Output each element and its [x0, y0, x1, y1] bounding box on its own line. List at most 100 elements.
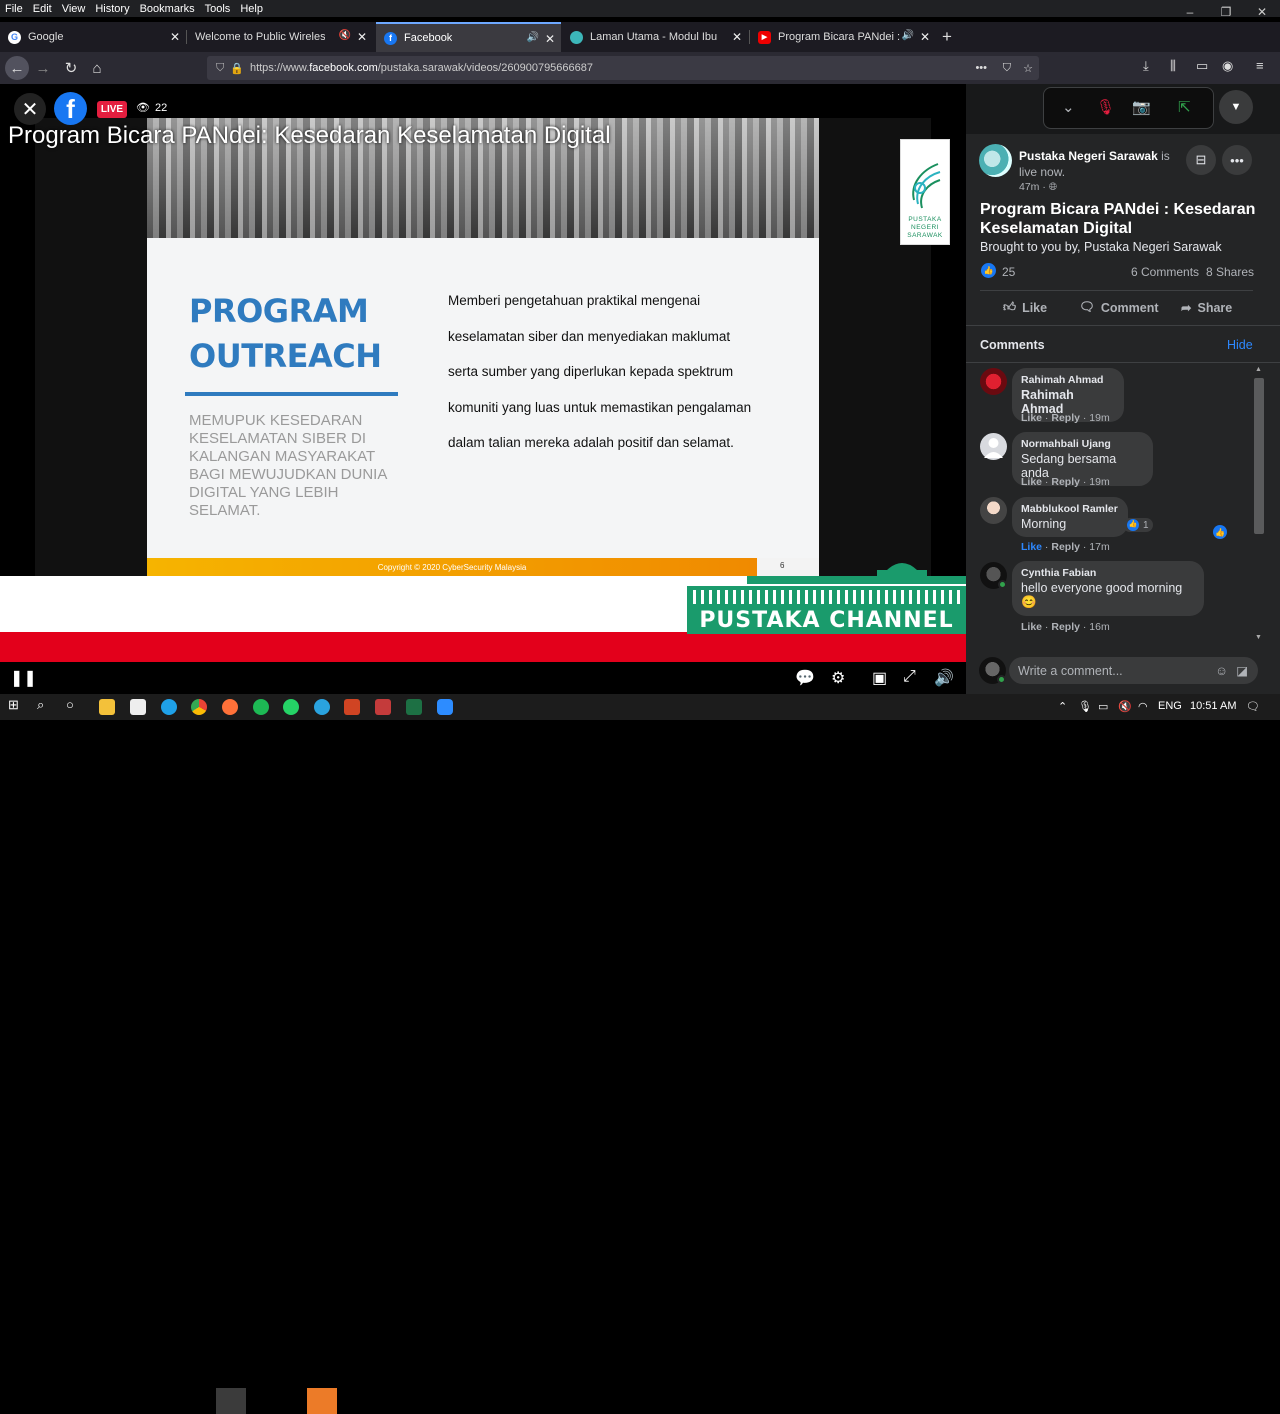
shares-count[interactable]: 8 Shares [1206, 265, 1254, 279]
comment-author[interactable]: Mabblukool Ramler [1021, 503, 1118, 515]
comment-like-link[interactable]: Like [1021, 541, 1042, 553]
language-indicator[interactable]: ENG [1158, 700, 1182, 712]
page-name-link[interactable]: Pustaka Negeri Sarawak [1019, 149, 1158, 163]
menu-hamburger-icon[interactable]: ≡ [1256, 58, 1264, 73]
post-time-value[interactable]: 47m · [1019, 181, 1049, 193]
tab-facebook[interactable]: f Facebook 🔊 ✕ [376, 22, 561, 52]
tab-google[interactable]: G Google ✕ [0, 22, 186, 52]
url-bar[interactable]: ⛉ 🔒 https://www. facebook.com/pustaka.sar… [207, 56, 1039, 80]
file-explorer-icon[interactable] [99, 699, 115, 715]
close-tab-icon[interactable]: ✕ [920, 30, 930, 44]
scrollbar-thumb[interactable] [1254, 378, 1264, 534]
powerpoint-icon[interactable] [344, 699, 360, 715]
comment-time[interactable]: 16m [1089, 621, 1109, 633]
comment-like-link[interactable]: Like [1021, 476, 1042, 488]
notifications-icon[interactable]: 🗨 [1246, 700, 1260, 713]
menu-edit[interactable]: Edit [33, 3, 52, 15]
comment-time[interactable]: 17m [1089, 541, 1109, 553]
spotify-icon[interactable] [253, 699, 269, 715]
scroll-down-arrow-icon[interactable]: ▼ [1255, 634, 1262, 641]
avatar[interactable] [980, 368, 1007, 395]
close-tab-icon[interactable]: ✕ [170, 30, 180, 44]
facebook-logo-icon[interactable]: f [54, 92, 87, 125]
download-icon[interactable]: ⤓ [1143, 58, 1149, 74]
share-screen-icon[interactable]: ⇱ [1178, 98, 1191, 116]
comment-reply-link[interactable]: Reply [1051, 621, 1080, 633]
mic-muted-icon[interactable]: 🎙 [1096, 98, 1115, 116]
comment-reply-link[interactable]: Reply [1051, 476, 1080, 488]
whatsapp-icon[interactable] [283, 699, 299, 715]
camera-off-icon[interactable]: 📷 [1132, 98, 1151, 116]
windows-start-icon[interactable]: ⊞ [8, 697, 24, 713]
write-comment-input[interactable]: Write a comment... ☺ ◪ [1009, 657, 1258, 684]
picture-in-picture-icon[interactable]: ▣ [872, 668, 887, 688]
menu-tools[interactable]: Tools [205, 3, 231, 15]
comments-count[interactable]: 6 Comments [1131, 265, 1199, 279]
page-avatar[interactable] [979, 144, 1012, 177]
reload-button[interactable]: ↻ [59, 56, 83, 80]
hide-comments-link[interactable]: Hide [1227, 338, 1253, 352]
settings-gear-icon[interactable]: ⚙ [831, 668, 845, 688]
task-view-icon[interactable]: ○ [66, 697, 82, 713]
volume-muted-icon[interactable]: 🔇 [1118, 700, 1132, 713]
library-icon[interactable]: ⫼ [1170, 58, 1176, 74]
home-button[interactable]: ⌂ [85, 56, 109, 80]
more-options-icon[interactable]: ••• [1222, 145, 1252, 175]
comment-like-link[interactable]: Like [1021, 621, 1042, 633]
panel-dropdown-button[interactable]: ▼ [1219, 90, 1253, 124]
tab-youtube[interactable]: ▶ Program Bicara PANdei : Ke 🔊 ✕ [750, 22, 936, 52]
pocket-icon[interactable]: ⛉ [1003, 62, 1011, 75]
chrome-icon[interactable] [191, 699, 207, 715]
show-hidden-icons-icon[interactable]: ⌃ [1058, 700, 1067, 713]
search-icon[interactable]: ⌕ [37, 697, 53, 713]
comment-reply-link[interactable]: Reply [1051, 541, 1080, 553]
new-tab-button[interactable]: + [942, 27, 952, 47]
microphone-icon[interactable]: 🎙 [1078, 700, 1092, 713]
comment-author[interactable]: Normahbali Ujang [1021, 438, 1143, 450]
excel-icon[interactable] [406, 699, 422, 715]
comment-time[interactable]: 19m [1089, 412, 1109, 424]
fullscreen-icon[interactable]: ⤢ [903, 668, 916, 686]
battery-icon[interactable]: ▭ [1098, 700, 1108, 713]
reaction-count[interactable]: 25 [1002, 265, 1015, 279]
app-icon[interactable] [375, 699, 391, 715]
menu-history[interactable]: History [95, 3, 129, 15]
like-reaction-icon[interactable]: 👍 [1213, 525, 1227, 539]
mute-tab-icon[interactable]: 🔇 [339, 30, 351, 41]
bookmark-star-icon[interactable]: ☆ [1023, 62, 1033, 75]
volume-icon[interactable]: 🔊 [934, 668, 954, 688]
menu-bookmarks[interactable]: Bookmarks [140, 3, 195, 15]
scroll-up-arrow-icon[interactable]: ▲ [1255, 366, 1262, 373]
pause-icon[interactable]: ❚❚ [10, 668, 37, 688]
menu-help[interactable]: Help [240, 3, 263, 15]
tab-wireless[interactable]: Welcome to Public Wireless Net 🔇 ✕ [187, 22, 373, 52]
close-tab-icon[interactable]: ✕ [357, 30, 367, 44]
chevron-down-icon[interactable]: ⌄ [1062, 98, 1075, 116]
zoom-icon[interactable] [437, 699, 453, 715]
minimize-button[interactable]: – [1172, 0, 1208, 24]
forward-button[interactable]: → [31, 56, 55, 80]
account-icon[interactable]: ◉ [1222, 58, 1233, 74]
captions-icon[interactable]: 💬 [795, 668, 815, 688]
comment-like-link[interactable]: Like [1021, 412, 1042, 424]
like-button[interactable]: 👍︎ Like [1003, 300, 1047, 315]
comment-reply-link[interactable]: Reply [1051, 412, 1080, 424]
close-video-button[interactable]: ✕ [14, 93, 46, 125]
comment-time[interactable]: 19m [1089, 476, 1109, 488]
comment-author[interactable]: Rahimah Ahmad [1021, 374, 1114, 386]
comment-reaction-badge[interactable]: 👍 1 [1123, 518, 1153, 532]
avatar[interactable] [980, 433, 1007, 460]
edge-icon[interactable] [161, 699, 177, 715]
save-post-icon[interactable]: ⊟ [1186, 145, 1216, 175]
close-tab-icon[interactable]: ✕ [732, 30, 742, 44]
speaker-icon[interactable]: 🔊 [902, 30, 914, 41]
sidebar-icon[interactable]: ▭ [1196, 58, 1208, 74]
back-button[interactable]: ← [5, 56, 29, 80]
speaker-icon[interactable]: 🔊 [527, 32, 539, 43]
close-tab-icon[interactable]: ✕ [545, 32, 555, 46]
avatar[interactable] [980, 497, 1007, 524]
wifi-icon[interactable]: ◠ [1138, 700, 1148, 713]
comment-button[interactable]: 🗨 Comment [1079, 300, 1159, 315]
app-icon[interactable] [130, 699, 146, 715]
firefox-icon[interactable] [222, 699, 238, 715]
